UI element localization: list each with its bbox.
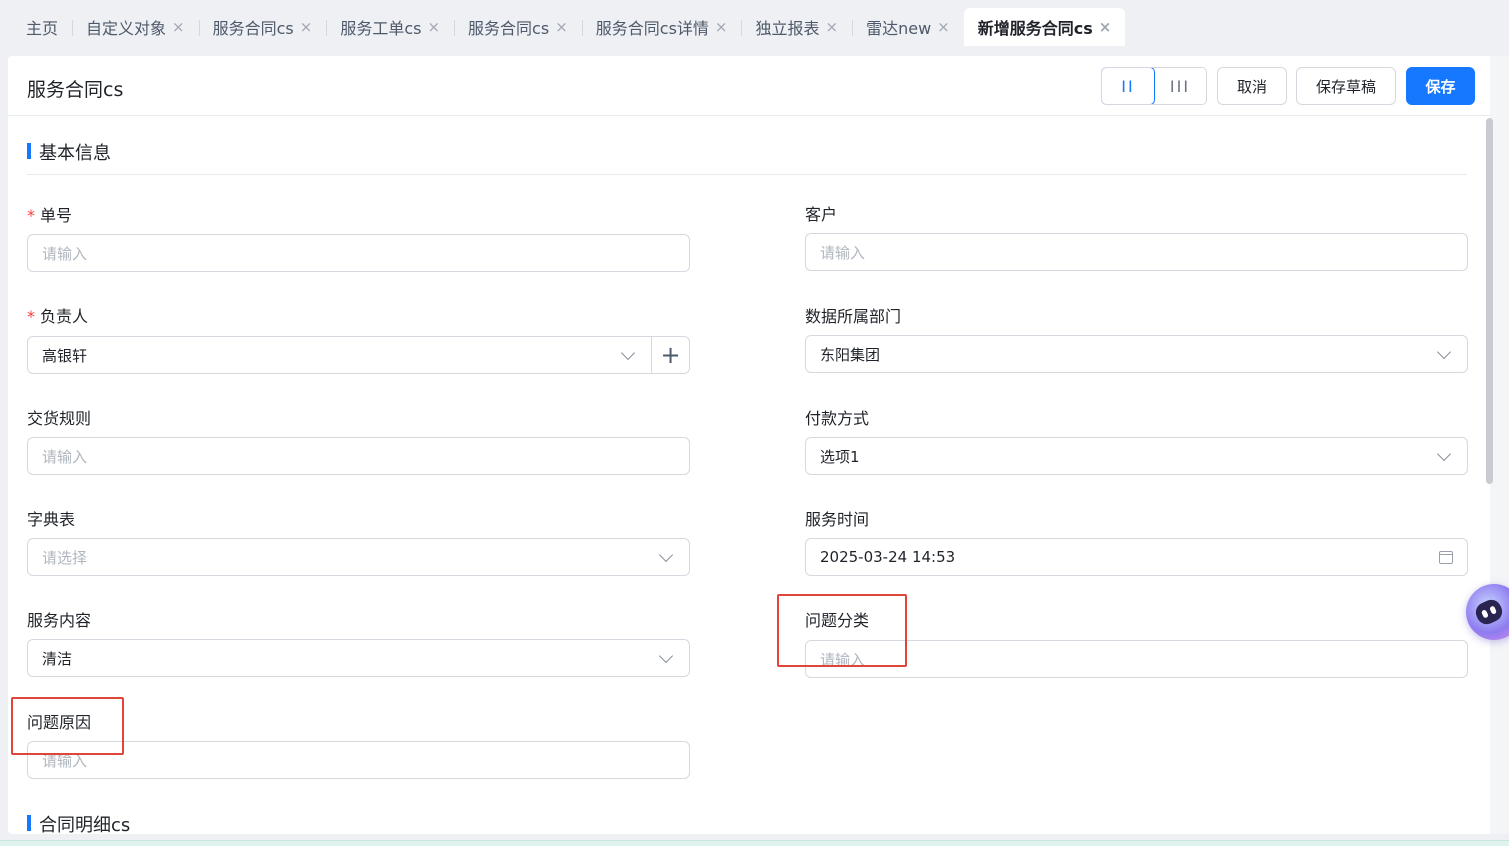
department-select[interactable]: 东阳集团: [805, 335, 1468, 373]
service-time-picker[interactable]: 2025-03-24 14:53: [805, 538, 1468, 576]
tab-service-order[interactable]: 服务工单cs ×: [326, 8, 454, 46]
add-owner-button[interactable]: +: [651, 337, 689, 373]
three-column-layout-button[interactable]: III: [1154, 68, 1206, 104]
tab-label: 新增服务合同cs: [977, 19, 1093, 38]
chevron-down-icon: [1436, 344, 1452, 359]
tab-standalone-report[interactable]: 独立报表 ×: [741, 8, 852, 46]
robot-icon: [1472, 596, 1506, 628]
close-icon[interactable]: ×: [937, 18, 950, 36]
calendar-icon: [1439, 550, 1453, 564]
required-mark: *: [27, 307, 35, 326]
chevron-down-icon: [1436, 446, 1452, 461]
plus-icon: +: [660, 341, 681, 369]
highlight-box-problem-category: [777, 594, 907, 667]
service-content-label: 服务内容: [27, 611, 92, 630]
page-title: 服务合同cs: [27, 79, 124, 101]
tab-custom-object[interactable]: 自定义对象 ×: [72, 8, 199, 46]
dictionary-select[interactable]: 请选择: [27, 538, 690, 576]
owner-select[interactable]: 高银轩 +: [27, 336, 690, 374]
required-mark: *: [27, 206, 35, 225]
section-title-contract-detail: 合同明细cs: [27, 811, 130, 834]
tab-service-contract-2[interactable]: 服务合同cs ×: [454, 8, 582, 46]
tab-label: 服务合同cs: [468, 19, 550, 38]
close-icon[interactable]: ×: [1099, 18, 1112, 36]
tab-label: 服务合同cs: [212, 19, 294, 38]
chevron-down-icon: [658, 547, 674, 562]
tab-label: 雷达new: [866, 19, 932, 38]
form-card: 服务合同cs II III 取消 保存草稿 保存 基本信息 * 单号 请输入 客户…: [8, 56, 1494, 834]
save-button[interactable]: 保存: [1406, 67, 1475, 105]
order-no-input[interactable]: 请输入: [27, 234, 690, 272]
problem-cause-input[interactable]: 请输入: [27, 741, 690, 779]
tab-label: 服务合同cs详情: [595, 19, 709, 38]
tab-label: 主页: [26, 19, 59, 38]
tab-radar-new[interactable]: 雷达new ×: [852, 8, 964, 46]
service-content-select[interactable]: 清洁: [27, 639, 690, 677]
tab-new-service-contract[interactable]: 新增服务合同cs ×: [963, 8, 1126, 46]
form-header: 服务合同cs II III 取消 保存草稿 保存: [8, 56, 1494, 116]
cancel-button[interactable]: 取消: [1217, 67, 1287, 105]
tab-service-contract-detail[interactable]: 服务合同cs详情 ×: [581, 8, 742, 46]
tab-label: 服务工单cs: [340, 19, 422, 38]
close-icon[interactable]: ×: [300, 18, 313, 36]
two-column-layout-button[interactable]: II: [1102, 68, 1155, 104]
customer-input[interactable]: 请输入: [805, 233, 1468, 271]
tab-home[interactable]: 主页: [12, 8, 72, 46]
department-label: 数据所属部门: [805, 307, 902, 326]
close-icon[interactable]: ×: [555, 18, 568, 36]
bottom-strip: [0, 840, 1509, 846]
customer-label: 客户: [805, 205, 838, 224]
payment-method-select[interactable]: 选项1: [805, 437, 1468, 475]
close-icon[interactable]: ×: [427, 18, 440, 36]
close-icon[interactable]: ×: [715, 18, 728, 36]
layout-toggle: II III: [1101, 67, 1207, 105]
tab-service-contract[interactable]: 服务合同cs ×: [198, 8, 327, 46]
close-icon[interactable]: ×: [172, 18, 185, 36]
close-icon[interactable]: ×: [826, 18, 839, 36]
owner-label: * 负责人: [27, 307, 89, 326]
scrollbar-thumb[interactable]: [1486, 118, 1493, 484]
dictionary-label: 字典表: [27, 510, 76, 529]
tab-label: 自定义对象: [86, 19, 167, 38]
section-divider: [27, 174, 1467, 175]
save-draft-button[interactable]: 保存草稿: [1296, 67, 1396, 105]
chevron-down-icon: [658, 648, 674, 663]
delivery-rule-label: 交货规则: [27, 409, 92, 428]
tab-bar: 主页 自定义对象 × 服务合同cs × 服务工单cs × 服务合同cs × 服务合同cs…: [0, 0, 1509, 46]
highlight-box-problem-cause: [11, 697, 124, 755]
tab-label: 独立报表: [755, 19, 820, 38]
service-time-label: 服务时间: [805, 510, 870, 529]
payment-method-label: 付款方式: [805, 409, 870, 428]
section-title-basic-info: 基本信息: [27, 139, 111, 165]
chevron-down-icon: [620, 345, 636, 360]
order-no-label: * 单号: [27, 206, 73, 225]
delivery-rule-input[interactable]: 请输入: [27, 437, 690, 475]
